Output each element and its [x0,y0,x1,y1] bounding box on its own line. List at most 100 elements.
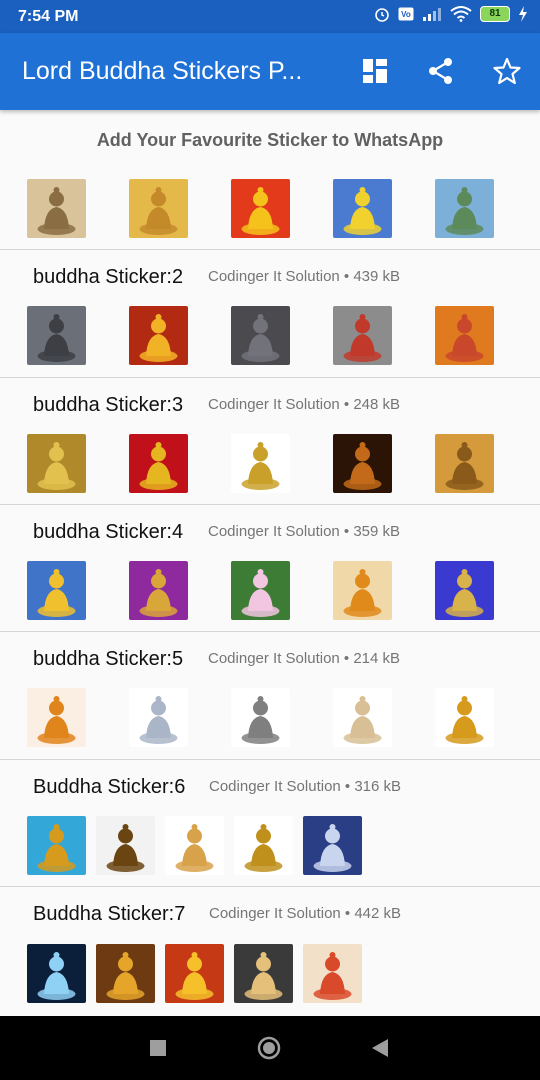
sticker-thumbnail[interactable] [333,179,392,238]
pack-size: 439 kB [353,268,401,285]
pack-name: buddha Sticker:5 [33,648,184,670]
circle-icon [257,1036,281,1060]
volte-icon: Vo [398,7,414,21]
system-nav-bar [0,1016,540,1080]
buddha-sticker-image [303,816,362,875]
sticker-thumbnail[interactable] [27,434,86,493]
sticker-thumbnail[interactable] [435,306,494,365]
pack-publisher: Codinger It Solution [209,905,341,922]
pack-meta: Codinger It Solution • 359 kB [208,523,401,540]
sticker-thumbnail[interactable] [129,688,188,747]
buddha-sticker-image [129,561,188,620]
sticker-pack-3[interactable]: buddha Sticker:3 Codinger It Solution • … [0,378,540,505]
buddha-sticker-image [435,561,494,620]
sticker-thumbnail[interactable] [435,561,494,620]
sticker-thumbnail[interactable] [303,816,362,875]
sticker-row [27,816,362,875]
sticker-thumbnail[interactable] [435,434,494,493]
svg-text:Vo: Vo [401,10,411,19]
pack-publisher: Codinger It Solution [208,523,340,540]
sticker-pack-4[interactable]: buddha Sticker:4 Codinger It Solution • … [0,505,540,632]
sticker-thumbnail[interactable] [129,434,188,493]
sticker-thumbnail[interactable] [333,561,392,620]
sticker-pack-5[interactable]: buddha Sticker:5 Codinger It Solution • … [0,632,540,760]
sticker-thumbnail[interactable] [333,306,392,365]
sticker-thumbnail[interactable] [27,306,86,365]
sticker-thumbnail[interactable] [231,561,290,620]
sticker-thumbnail[interactable] [165,944,224,1003]
grid-icon [363,59,387,83]
sticker-thumbnail[interactable] [234,816,293,875]
pack-size: 214 kB [353,650,401,667]
sticker-thumbnail[interactable] [333,434,392,493]
alarm-icon [375,8,389,22]
sticker-pack-7[interactable]: Buddha Sticker:7 Codinger It Solution • … [0,887,540,1015]
sticker-thumbnail[interactable] [27,944,86,1003]
battery-icon: 81 [480,6,510,22]
pack-meta: Codinger It Solution • 439 kB [208,268,401,285]
sticker-thumbnail[interactable] [231,306,290,365]
sticker-thumbnail[interactable] [96,816,155,875]
sticker-thumbnail[interactable] [129,306,188,365]
signal-icon [423,8,441,21]
pack-size: 442 kB [354,905,402,922]
sticker-thumbnail[interactable] [231,688,290,747]
rate-button[interactable] [491,55,523,87]
buddha-sticker-image [234,816,293,875]
back-button[interactable] [372,1039,388,1062]
square-icon [150,1040,166,1056]
pack-size: 248 kB [353,396,401,413]
sticker-thumbnail[interactable] [231,434,290,493]
grid-view-button[interactable] [359,55,391,87]
sticker-thumbnail[interactable] [129,179,188,238]
sticker-thumbnail[interactable] [165,816,224,875]
status-time: 7:54 PM [18,8,79,25]
sticker-thumbnail[interactable] [27,688,86,747]
sticker-row [27,688,494,747]
pack-name: buddha Sticker:3 [33,394,184,416]
sticker-pack-1[interactable] [0,160,540,250]
sticker-pack-2[interactable]: buddha Sticker:2 Codinger It Solution • … [0,250,540,378]
sticker-thumbnail[interactable] [27,179,86,238]
share-icon [429,58,452,84]
sticker-thumbnail[interactable] [27,816,86,875]
buddha-sticker-image [435,179,494,238]
sticker-row [27,306,494,365]
wifi-icon [450,6,472,22]
buddha-sticker-image [165,944,224,1003]
status-icons: Vo 81 [374,6,528,22]
buddha-sticker-image [231,434,290,493]
home-button[interactable] [257,1036,281,1065]
sticker-thumbnail[interactable] [27,561,86,620]
pack-name: buddha Sticker:4 [33,521,184,543]
status-bar: 7:54 PM Vo 81 [0,0,540,33]
buddha-sticker-image [333,561,392,620]
share-button[interactable] [425,55,457,87]
buddha-sticker-image [333,306,392,365]
buddha-sticker-image [231,306,290,365]
sticker-row [27,434,494,493]
buddha-sticker-image [231,561,290,620]
sticker-thumbnail[interactable] [129,561,188,620]
charging-icon [519,6,527,22]
pack-publisher: Codinger It Solution [208,268,340,285]
pack-publisher: Codinger It Solution [208,396,340,413]
sticker-row [27,944,362,1003]
recents-button[interactable] [150,1040,166,1061]
buddha-sticker-image [27,688,86,747]
star-icon [493,57,521,85]
sticker-thumbnail[interactable] [333,688,392,747]
sticker-thumbnail[interactable] [435,179,494,238]
sticker-pack-6[interactable]: Buddha Sticker:6 Codinger It Solution • … [0,760,540,887]
sticker-thumbnail[interactable] [231,179,290,238]
buddha-sticker-image [435,306,494,365]
buddha-sticker-image [27,306,86,365]
sticker-thumbnail[interactable] [435,688,494,747]
sticker-thumbnail[interactable] [234,944,293,1003]
sticker-thumbnail[interactable] [303,944,362,1003]
buddha-sticker-image [129,179,188,238]
buddha-sticker-image [27,561,86,620]
pack-meta: Codinger It Solution • 442 kB [209,905,402,922]
pack-publisher: Codinger It Solution [208,650,340,667]
sticker-thumbnail[interactable] [96,944,155,1003]
